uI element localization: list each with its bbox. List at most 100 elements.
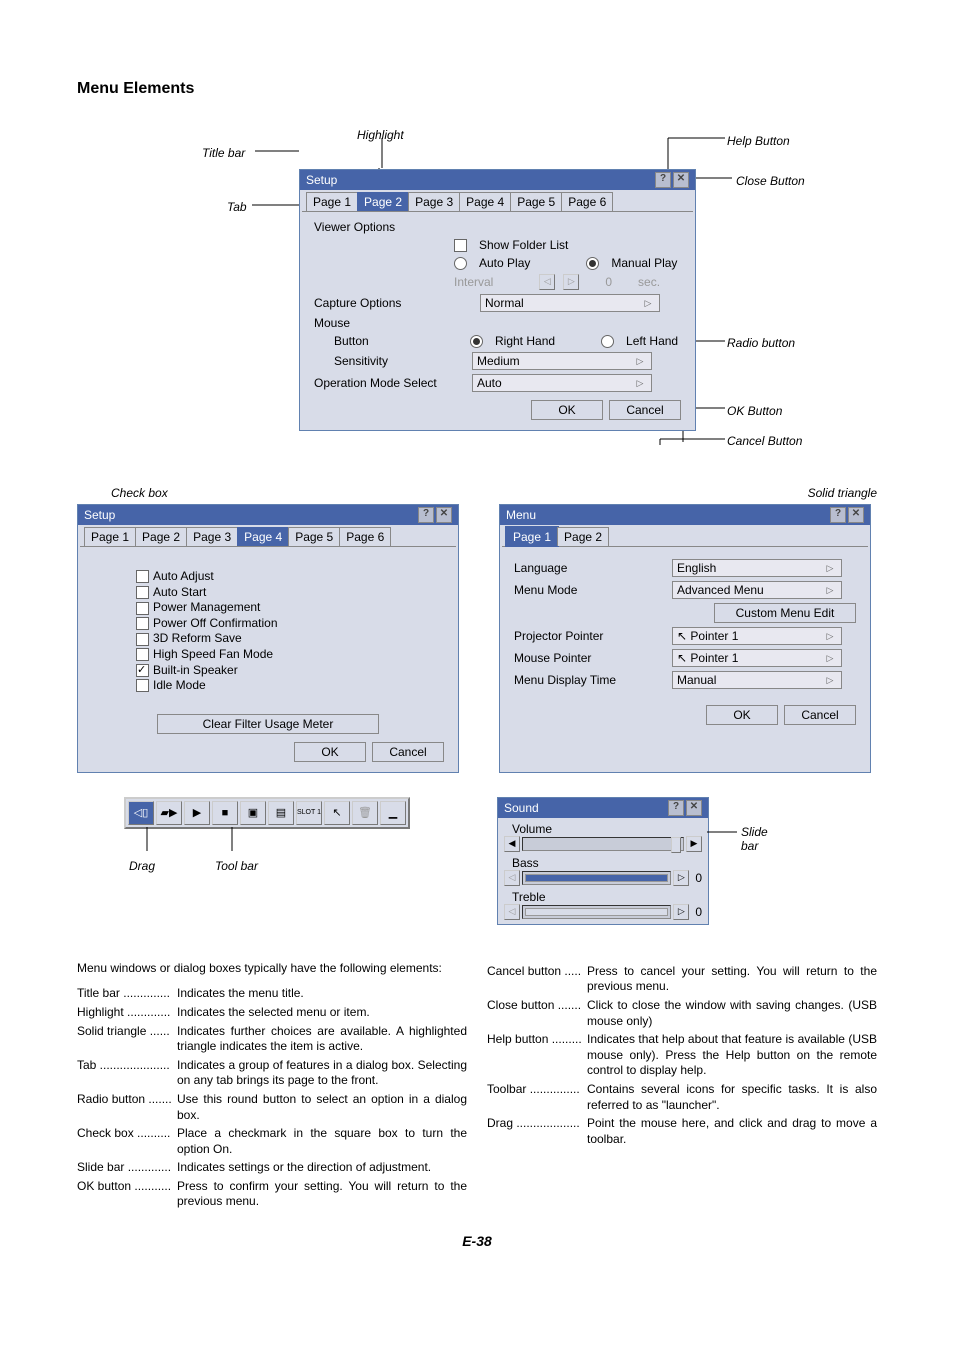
tab-page3[interactable]: Page 3 [186,527,238,546]
checkbox-item[interactable] [136,602,149,615]
minimize-icon[interactable]: ▁ [380,801,406,825]
auto-play-radio[interactable] [454,257,467,270]
treble-label: Treble [504,890,702,904]
slot-icon[interactable]: SLOT 1 [296,801,322,825]
intro-text: Menu windows or dialog boxes typically h… [77,961,467,977]
chevron-right-icon: ▷ [633,356,647,367]
ok-button[interactable]: OK [531,400,603,420]
tab-page6[interactable]: Page 6 [339,527,391,546]
cancel-button[interactable]: Cancel [784,705,856,725]
tab-page2[interactable]: Page 2 [357,192,409,211]
chevron-right-icon: ▷ [823,585,837,596]
capture-select[interactable]: Normal ▷ [480,294,660,312]
tab-page6[interactable]: Page 6 [561,192,613,211]
checkbox-item[interactable] [136,633,149,646]
stop-icon[interactable]: ■ [212,801,238,825]
def-desc: Indicates the selected menu or item. [177,1005,467,1021]
tab-page1[interactable]: Page 1 [506,527,558,546]
bass-slider[interactable]: ◁ ▷ 0 [504,870,702,886]
ok-button[interactable]: OK [294,742,366,762]
cancel-button[interactable]: Cancel [372,742,444,762]
proj-pointer-label: Projector Pointer [514,629,664,643]
manual-play-label: Manual Play [611,256,677,270]
tab-page2[interactable]: Page 2 [135,527,187,546]
tab-page1[interactable]: Page 1 [306,192,358,211]
cursor-icon[interactable]: ↖ [324,801,350,825]
tab-page4[interactable]: Page 4 [459,192,511,211]
mouse-pointer-select[interactable]: ↖ Pointer 1 ▷ [672,649,842,667]
label-radio-button: Radio button [727,336,795,350]
close-button[interactable]: ✕ [848,507,864,523]
volume-slider[interactable]: ◀ ▶ [504,836,702,852]
tab-page1[interactable]: Page 1 [84,527,136,546]
help-button[interactable]: ? [668,800,684,816]
checkbox-item[interactable] [136,664,149,677]
right-hand-radio[interactable] [470,335,483,348]
help-button[interactable]: ? [830,507,846,523]
checkbox-item[interactable] [136,648,149,661]
titlebar[interactable]: Setup ? ✕ [78,505,458,525]
treble-value: 0 [695,905,702,919]
checkbox-item[interactable] [136,617,149,630]
left-hand-label: Left Hand [626,334,678,348]
checkbox-item[interactable] [136,570,149,583]
manual-play-radio[interactable] [586,257,599,270]
close-button[interactable]: ✕ [686,800,702,816]
tab-page3[interactable]: Page 3 [408,192,460,211]
titlebar[interactable]: Menu ? ✕ [500,505,870,525]
launcher-toolbar[interactable]: ◁▯ ▰▶ ▶ ■ ▣ ▤ SLOT 1 ↖ 🗑 ▁ [124,797,410,829]
left-hand-radio[interactable] [601,335,614,348]
page-number: E-38 [77,1233,877,1249]
menu-mode-value: Advanced Menu [677,583,764,597]
checkbox-label: Auto Start [153,585,206,599]
close-button[interactable]: ✕ [673,172,689,188]
window-icon[interactable]: ▣ [240,801,266,825]
def-desc: Indicates the menu title. [177,986,467,1002]
titlebar[interactable]: Setup ? ✕ [300,170,695,190]
def-desc: Click to close the window with saving ch… [587,998,877,1029]
list-icon[interactable]: ▤ [268,801,294,825]
label-help-button: Help Button [727,134,790,148]
def-desc: Indicates further choices are available.… [177,1024,467,1055]
menu-dialog: Menu ? ✕ Page 1 Page 2 Language English … [499,504,871,773]
label-drag: Drag [129,859,155,873]
slider-right-icon[interactable]: ▶ [686,836,702,852]
custom-menu-button[interactable]: Custom Menu Edit [714,603,856,623]
tab-page5[interactable]: Page 5 [288,527,340,546]
checkbox-label: Built-in Speaker [153,663,238,677]
menu-mode-select[interactable]: Advanced Menu ▷ [672,581,842,599]
checkbox-item[interactable] [136,679,149,692]
drag-handle[interactable]: ◁▯ [128,801,154,825]
help-button[interactable]: ? [655,172,671,188]
capture-value: Normal [485,296,524,310]
proj-pointer-select[interactable]: ↖ Pointer 1 ▷ [672,627,842,645]
slider-left-icon[interactable]: ◁ [504,904,520,920]
slider-left-icon[interactable]: ◀ [504,836,520,852]
label-highlight: Highlight [357,128,404,142]
interval-inc[interactable]: ▷ [563,274,579,290]
sensitivity-select[interactable]: Medium ▷ [472,352,652,370]
slider-left-icon[interactable]: ◁ [504,870,520,886]
tab-page4[interactable]: Page 4 [237,527,289,546]
trash-icon[interactable]: 🗑 [352,801,378,825]
play-icon[interactable]: ▶ [184,801,210,825]
show-folder-checkbox[interactable] [454,239,467,252]
titlebar[interactable]: Sound ? ✕ [498,798,708,818]
close-button[interactable]: ✕ [436,507,452,523]
slider-right-icon[interactable]: ▷ [673,870,689,886]
tab-page2[interactable]: Page 2 [557,527,609,546]
clear-filter-button[interactable]: Clear Filter Usage Meter [157,714,379,734]
ok-button[interactable]: OK [706,705,778,725]
mouse-label: Mouse [314,316,681,330]
play-reverse-icon[interactable]: ▰▶ [156,801,182,825]
help-button[interactable]: ? [418,507,434,523]
language-select[interactable]: English ▷ [672,559,842,577]
cancel-button[interactable]: Cancel [609,400,681,420]
checkbox-item[interactable] [136,586,149,599]
interval-dec[interactable]: ◁ [539,274,555,290]
menu-display-select[interactable]: Manual ▷ [672,671,842,689]
operation-mode-select[interactable]: Auto ▷ [472,374,652,392]
tab-page5[interactable]: Page 5 [510,192,562,211]
treble-slider[interactable]: ◁ ▷ 0 [504,904,702,920]
slider-right-icon[interactable]: ▷ [673,904,689,920]
